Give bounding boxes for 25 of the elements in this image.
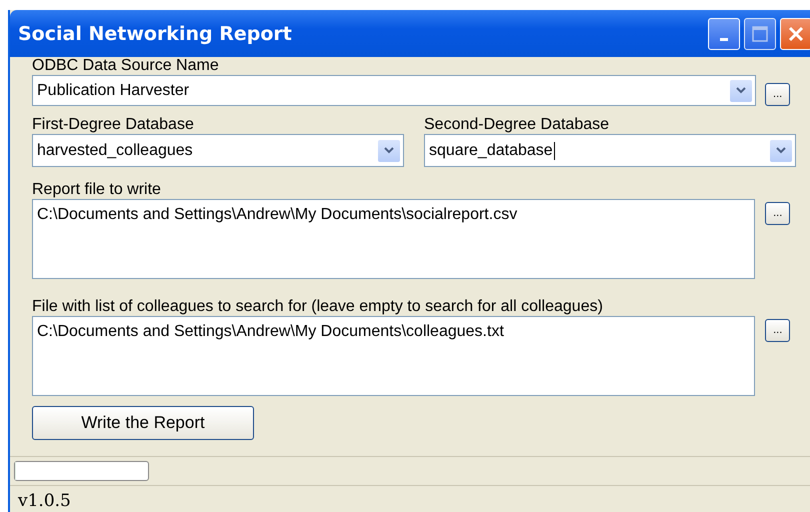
browse-button[interactable]: ...	[765, 319, 790, 342]
field-label: Second-Degree Database	[424, 116, 610, 134]
data-source-dropdown[interactable]: Publication Harvester	[32, 75, 756, 106]
field-label: ODBC Data Source Name	[32, 57, 220, 75]
field-label: File with list of colleagues to search for (leave empty to search for all colleagues)	[32, 298, 604, 316]
database-dropdown[interactable]: harvested_colleagues	[32, 134, 404, 167]
chevron-down-icon	[776, 147, 786, 154]
report-path-field[interactable]: C:\Documents and Settings\Andrew\My Documents\socialreport.csv	[32, 199, 756, 279]
maximize-icon	[752, 26, 768, 42]
minimize-icon	[720, 38, 728, 41]
browse-button[interactable]: ...	[765, 202, 790, 225]
close-icon	[787, 24, 805, 42]
minimize-button[interactable]	[708, 18, 740, 50]
maximize-button[interactable]	[744, 18, 776, 50]
browse-button[interactable]: ...	[765, 83, 790, 106]
chevron-down-icon	[736, 87, 746, 94]
window-title: Social Networking Report	[17, 22, 292, 44]
version-label: v1.0.5	[18, 491, 71, 511]
field-label: Report file to write	[32, 181, 162, 199]
field-label: First-Degree Database	[32, 116, 195, 134]
colleague-file-field[interactable]: C:\Documents and Settings\Andrew\My Documents\colleagues.txt	[32, 316, 756, 396]
chevron-down-icon	[384, 147, 394, 154]
write-report-button[interactable]: Write the Report	[32, 406, 254, 440]
database-dropdown[interactable]: square_database	[424, 134, 796, 167]
close-button[interactable]	[780, 18, 810, 50]
